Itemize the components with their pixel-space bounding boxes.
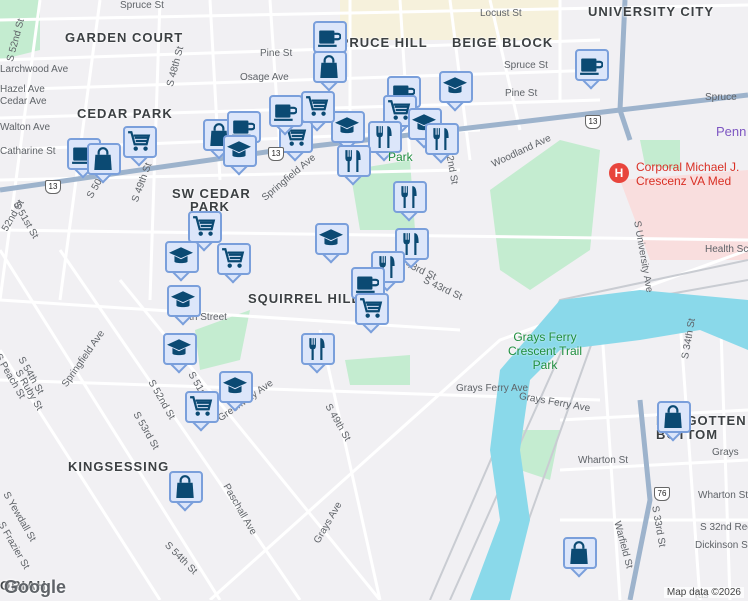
map-marker-fork[interactable] — [337, 145, 371, 186]
route-shield: 13 — [585, 115, 601, 129]
map-marker-bag[interactable] — [657, 401, 691, 442]
penn-label[interactable]: Penn — [716, 124, 746, 139]
interstate-shield: 76 — [654, 487, 670, 501]
street-label: Hazel Ave — [0, 84, 45, 95]
map-marker-bag[interactable] — [313, 51, 347, 92]
coffee-icon — [274, 104, 297, 121]
cart-icon — [222, 248, 245, 268]
map-marker-school[interactable] — [165, 241, 199, 282]
school-icon — [223, 377, 247, 394]
street-label: Spruce St — [504, 60, 548, 71]
map-marker-school[interactable] — [167, 285, 201, 326]
street-label: S 32nd Reed St — [700, 522, 748, 533]
map-marker-fork[interactable] — [301, 333, 335, 374]
map-marker-bag[interactable] — [563, 537, 597, 578]
map-marker-school[interactable] — [219, 371, 253, 412]
hospital-icon: H — [609, 163, 629, 183]
map-marker-school[interactable] — [315, 223, 349, 264]
map-marker-coffee[interactable] — [575, 49, 609, 90]
fork-icon — [433, 128, 449, 150]
street-label: Catharine St — [0, 146, 56, 157]
route-shield: 13 — [268, 147, 284, 161]
cart-icon — [306, 96, 329, 116]
street-label: Spruce St — [120, 0, 164, 11]
map-marker-bag[interactable] — [169, 471, 203, 512]
street-label: Health Sci — [705, 244, 748, 255]
fork-icon — [309, 338, 325, 360]
bag-icon — [94, 147, 112, 170]
map-marker-cart[interactable] — [355, 293, 389, 334]
street-label: Cedar Ave — [0, 96, 47, 107]
area-label: SQUIRREL HILL — [248, 291, 361, 306]
street-label: Grays — [712, 447, 739, 458]
school-icon — [167, 339, 191, 356]
bag-icon — [570, 541, 588, 564]
area-label: GARDEN COURT — [65, 30, 184, 45]
area-label: KINGSESSING — [68, 459, 170, 474]
coffee-icon — [580, 58, 603, 75]
fork-icon — [345, 150, 361, 172]
cart-icon — [193, 216, 216, 236]
map-marker-fork[interactable] — [393, 181, 427, 222]
map-marker-school[interactable] — [163, 333, 197, 374]
school-icon — [171, 291, 195, 308]
google-logo: Google — [4, 577, 66, 597]
map-credit[interactable]: Map data ©2026 — [663, 587, 744, 598]
map-marker-cart[interactable] — [217, 243, 251, 284]
coffee-icon — [318, 30, 341, 47]
street-label: Osage Ave — [240, 72, 289, 83]
street-label: Walton Ave — [0, 122, 51, 133]
map-marker-fork[interactable] — [425, 123, 459, 164]
map-marker-school[interactable] — [223, 135, 257, 176]
school-icon — [319, 229, 343, 246]
cart-icon — [190, 396, 213, 416]
hospital-label[interactable]: H Corporal Michael J. Crescenz VA Med — [609, 160, 739, 188]
school-icon — [335, 117, 359, 134]
map-marker-bag[interactable] — [87, 143, 121, 184]
street-label: Grays Ferry Ave — [456, 383, 529, 394]
area-label: UNIVERSITY CITY — [588, 4, 715, 19]
fork-icon — [401, 186, 417, 208]
cart-icon — [128, 131, 151, 151]
coffee-icon — [356, 276, 379, 293]
street-label: Pine St — [260, 48, 293, 59]
street-label: Wharton St — [578, 455, 629, 466]
area-label: CEDAR PARK — [77, 106, 173, 121]
street-label: Locust St — [480, 8, 522, 19]
street-label: Larchwood Ave — [0, 64, 69, 75]
map-marker-cart[interactable] — [185, 391, 219, 432]
street-label: Pine St — [505, 88, 538, 99]
street-label: Dickinson St — [695, 540, 748, 551]
street-label: Spruce — [705, 92, 737, 103]
route-shield: 13 — [45, 180, 61, 194]
cart-icon — [360, 298, 383, 318]
fork-icon — [376, 126, 392, 148]
map-marker-coffee[interactable] — [269, 95, 303, 136]
bag-icon — [176, 475, 194, 498]
school-icon — [227, 141, 251, 158]
school-icon — [443, 77, 467, 94]
bag-icon — [664, 405, 682, 428]
school-icon — [169, 247, 193, 264]
map-marker-school[interactable] — [439, 71, 473, 112]
park-label: Park — [388, 150, 413, 164]
street-label: Wharton St — [698, 490, 748, 501]
park-label-grays-ferry: Grays Ferry Crescent Trail Park — [507, 330, 583, 372]
bag-icon — [320, 55, 338, 78]
map-marker-cart[interactable] — [123, 126, 157, 167]
area-label: BEIGE BLOCK — [452, 35, 554, 50]
